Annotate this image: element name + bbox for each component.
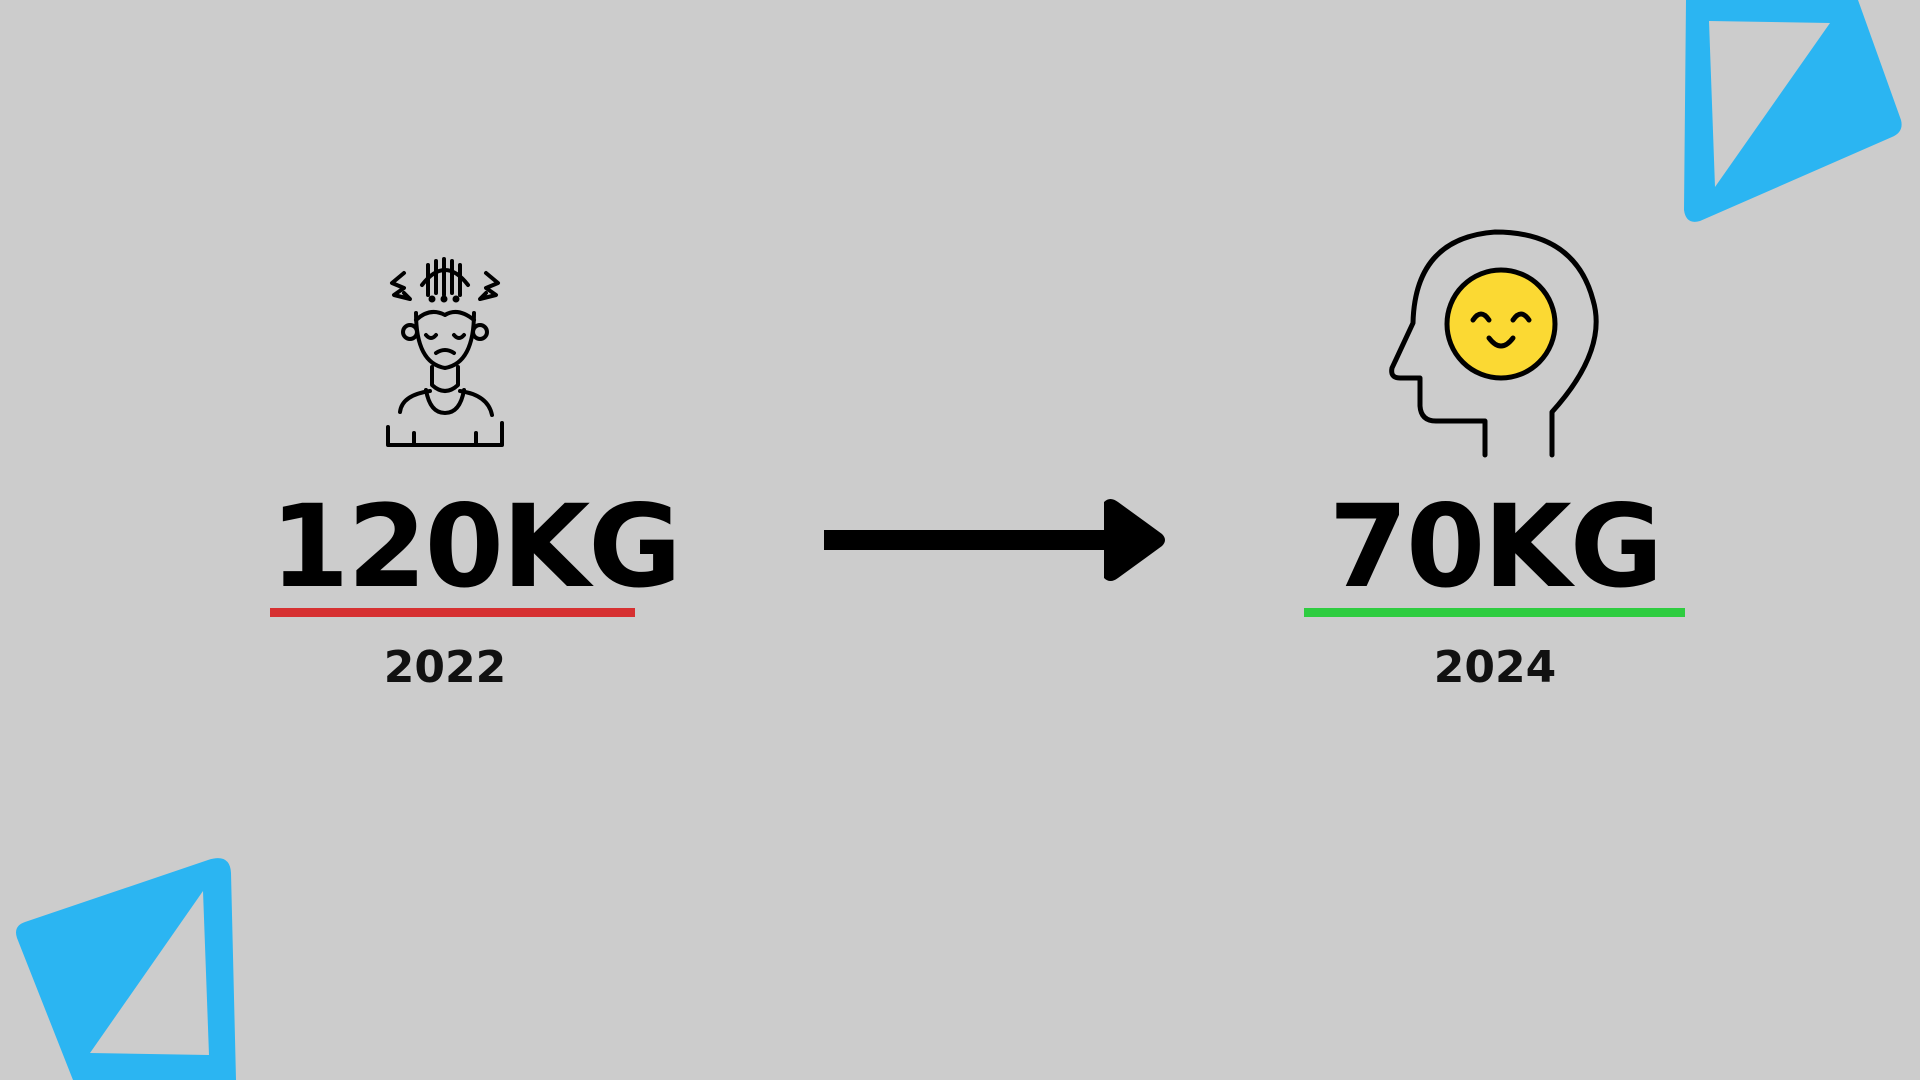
right-arrow-icon bbox=[824, 499, 1165, 581]
happy-mind-head-icon bbox=[1385, 228, 1605, 460]
after-weight: 70KG bbox=[1328, 480, 1664, 613]
before-red-underline bbox=[270, 608, 635, 617]
stressed-person-icon bbox=[370, 255, 520, 450]
after-year: 2024 bbox=[1433, 642, 1557, 693]
before-year: 2022 bbox=[383, 642, 507, 693]
decorative-triangle-top-right bbox=[1684, 0, 1902, 222]
after-green-underline bbox=[1304, 608, 1685, 617]
decorative-triangle-bottom-left bbox=[16, 858, 236, 1080]
before-weight: 120KG bbox=[270, 480, 682, 613]
slide-canvas: 120KG 70KG 2022 2024 bbox=[0, 0, 1920, 1080]
